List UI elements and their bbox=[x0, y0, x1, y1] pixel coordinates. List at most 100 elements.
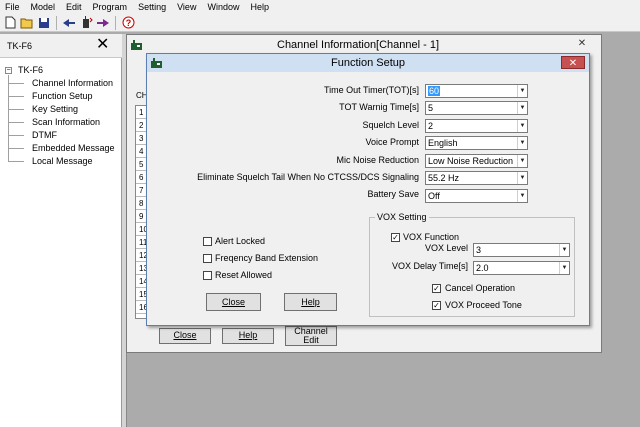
write-icon[interactable] bbox=[96, 16, 110, 30]
channel-close-button[interactable]: Close bbox=[159, 328, 211, 344]
dialog-close-label: Close bbox=[221, 297, 245, 307]
tree-item-scan-information[interactable]: Scan Information bbox=[32, 117, 100, 128]
tot-warning-value: 5 bbox=[428, 103, 434, 113]
save-icon[interactable] bbox=[37, 16, 51, 30]
function-setup-dialog: Function Setup ✕ Time Out Timer(TOT)[s] … bbox=[146, 53, 590, 326]
channel-window-title: Channel Information[Channel - 1] bbox=[277, 39, 440, 51]
mic-noise-label: Mic Noise Reduction bbox=[336, 155, 419, 165]
channel-edit-label-line2: Edit bbox=[303, 335, 319, 345]
tree-connector bbox=[8, 148, 24, 149]
vox-function-checkbox[interactable]: ✓ bbox=[391, 233, 400, 242]
vox-delay-label: VOX Delay Time[s] bbox=[391, 261, 468, 271]
menu-help[interactable]: Help bbox=[245, 0, 275, 14]
tree-item-channel-information[interactable]: Channel Information bbox=[32, 78, 113, 89]
tot-value: 60 bbox=[428, 86, 441, 96]
vox-function-label: VOX Function bbox=[403, 232, 460, 242]
channel-help-label: Help bbox=[238, 330, 258, 340]
squelch-tail-select[interactable]: 55.2 Hz ▼ bbox=[425, 171, 528, 185]
channel-help-button[interactable]: Help bbox=[222, 328, 274, 344]
open-icon[interactable] bbox=[20, 16, 34, 30]
new-icon[interactable] bbox=[3, 16, 17, 30]
menu-program[interactable]: Program bbox=[88, 0, 134, 14]
tree-connector bbox=[8, 96, 24, 97]
reset-allowed-label: Reset Allowed bbox=[215, 270, 273, 280]
chevron-down-icon: ▼ bbox=[517, 120, 527, 132]
tot-warning-select[interactable]: 5 ▼ bbox=[425, 101, 528, 115]
tree-item-function-setup[interactable]: Function Setup bbox=[32, 91, 93, 102]
vox-setting-group: VOX Setting ✓ VOX Function VOX Level 3 ▼ … bbox=[369, 212, 575, 317]
chevron-down-icon: ▼ bbox=[517, 155, 527, 167]
tree-connector bbox=[8, 135, 24, 136]
read-icon[interactable] bbox=[62, 16, 76, 30]
radio-icon[interactable] bbox=[79, 16, 93, 30]
dialog-titlebar: Function Setup ✕ bbox=[147, 54, 589, 72]
menu-setting[interactable]: Setting bbox=[133, 0, 172, 14]
dialog-close-button[interactable]: Close bbox=[206, 293, 261, 311]
menu-window[interactable]: Window bbox=[202, 0, 245, 14]
chevron-down-icon: ▼ bbox=[517, 102, 527, 114]
tree-connector bbox=[8, 122, 24, 123]
tree-item-dtmf[interactable]: DTMF bbox=[32, 130, 57, 141]
chevron-down-icon: ▼ bbox=[559, 244, 569, 256]
tree-connector bbox=[8, 83, 24, 84]
tree-connector bbox=[8, 109, 24, 110]
menu-model[interactable]: Model bbox=[26, 0, 62, 14]
vox-setting-legend: VOX Setting bbox=[375, 212, 429, 223]
menu-file[interactable]: File bbox=[0, 0, 26, 14]
chevron-down-icon: ▼ bbox=[517, 85, 527, 97]
collapse-icon[interactable]: − bbox=[5, 67, 12, 74]
squelch-select[interactable]: 2 ▼ bbox=[425, 119, 528, 133]
dialog-help-label: Help bbox=[301, 297, 320, 307]
alert-locked-checkbox[interactable] bbox=[203, 237, 212, 246]
squelch-tail-label: Eliminate Squelch Tail When No CTCSS/DCS… bbox=[197, 172, 419, 182]
tot-warning-label: TOT Warnig Time[s] bbox=[339, 102, 419, 112]
channel-edit-button[interactable]: Channel Edit bbox=[285, 326, 337, 346]
close-icon[interactable]: ✕ bbox=[569, 38, 595, 50]
battery-save-label: Battery Save bbox=[367, 189, 419, 199]
tree-item-local-message[interactable]: Local Message bbox=[32, 156, 93, 167]
toolbar-separator bbox=[115, 15, 116, 30]
menu-bar: File Model Edit Program Setting View Win… bbox=[0, 0, 640, 14]
toolbar: ? bbox=[0, 14, 640, 32]
menu-view[interactable]: View bbox=[172, 0, 202, 14]
reset-allowed-checkbox[interactable] bbox=[203, 271, 212, 280]
panel-title: TK-F6 bbox=[7, 41, 33, 51]
help-icon[interactable]: ? bbox=[121, 16, 135, 30]
chevron-down-icon: ▼ bbox=[517, 172, 527, 184]
menu-edit[interactable]: Edit bbox=[61, 0, 88, 14]
squelch-tail-value: 55.2 Hz bbox=[428, 173, 460, 183]
vox-level-value: 3 bbox=[476, 245, 482, 255]
voice-prompt-select[interactable]: English ▼ bbox=[425, 136, 528, 150]
battery-save-value: Off bbox=[428, 191, 440, 201]
dialog-title: Function Setup bbox=[331, 57, 405, 69]
tree-connector bbox=[8, 161, 24, 162]
tree-root[interactable]: TK-F6 bbox=[18, 65, 43, 76]
dialog-help-button[interactable]: Help bbox=[284, 293, 337, 311]
vox-level-select[interactable]: 3 ▼ bbox=[473, 243, 570, 257]
cancel-operation-label: Cancel Operation bbox=[445, 283, 516, 293]
tree-item-key-setting[interactable]: Key Setting bbox=[32, 104, 78, 115]
tot-select[interactable]: 60 ▼ bbox=[425, 84, 528, 98]
toolbar-separator bbox=[56, 15, 57, 30]
navigation-panel: TK-F6 ✕ − TK-F6 Channel Information Func… bbox=[0, 34, 122, 427]
freq-band-checkbox[interactable] bbox=[203, 254, 212, 263]
app-icon bbox=[131, 40, 142, 50]
vox-delay-select[interactable]: 2.0 ▼ bbox=[473, 261, 570, 275]
chevron-down-icon: ▼ bbox=[559, 262, 569, 274]
chevron-down-icon: ▼ bbox=[517, 137, 527, 149]
squelch-label: Squelch Level bbox=[362, 120, 419, 130]
vox-proceed-tone-checkbox[interactable]: ✓ bbox=[432, 301, 441, 310]
squelch-value: 2 bbox=[428, 121, 434, 131]
close-icon[interactable]: ✕ bbox=[561, 56, 585, 69]
channel-close-label: Close bbox=[173, 330, 197, 340]
voice-prompt-value: English bbox=[428, 138, 458, 148]
battery-save-select[interactable]: Off ▼ bbox=[425, 189, 528, 203]
cancel-operation-checkbox[interactable]: ✓ bbox=[432, 284, 441, 293]
chevron-down-icon: ▼ bbox=[517, 190, 527, 202]
mic-noise-select[interactable]: Low Noise Reduction ▼ bbox=[425, 154, 528, 168]
freq-band-label: Freqency Band Extension bbox=[215, 253, 319, 263]
alert-locked-label: Alert Locked bbox=[215, 236, 266, 246]
tree-item-embedded-message[interactable]: Embedded Message bbox=[32, 143, 115, 154]
close-icon[interactable]: ✕ bbox=[96, 36, 109, 54]
panel-header: TK-F6 ✕ bbox=[0, 34, 122, 58]
